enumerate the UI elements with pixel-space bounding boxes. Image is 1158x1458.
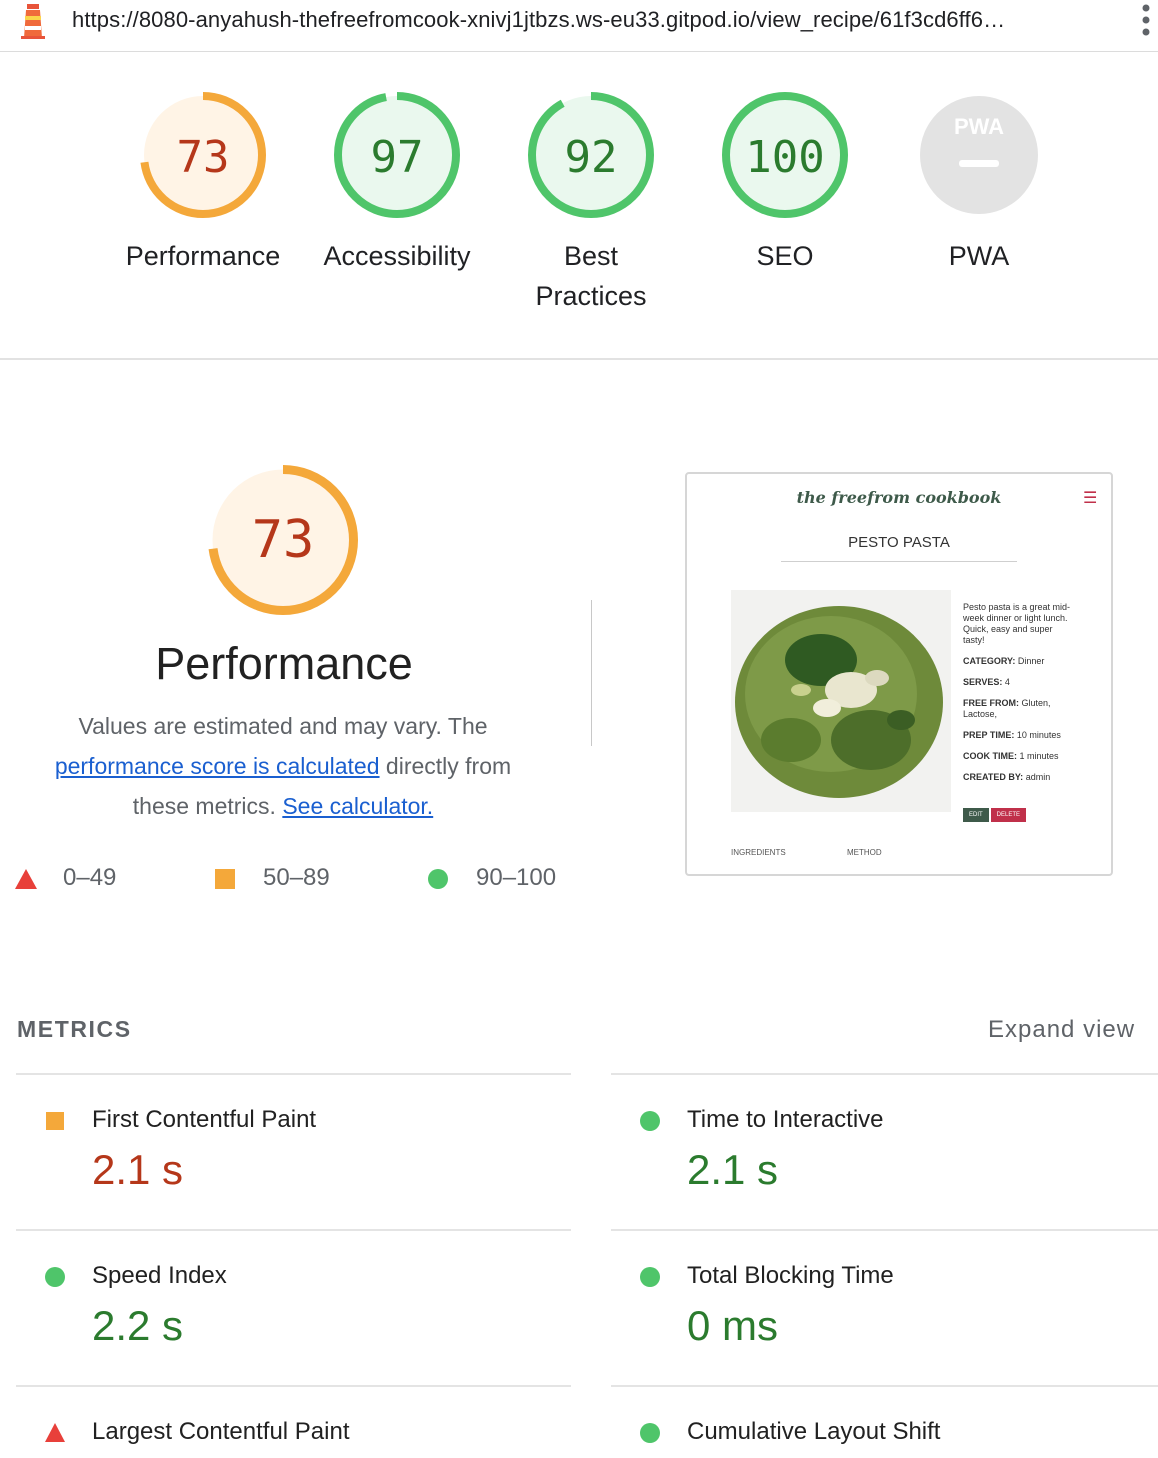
metric-first-contentful-paint: First Contentful Paint 2.1 s	[16, 1106, 536, 1206]
gauge-score: 97	[371, 132, 424, 183]
legend-pass: 90–100	[427, 864, 567, 894]
gauge-score: 73	[177, 132, 230, 183]
divider	[611, 1229, 1158, 1231]
serves-value: 4	[1004, 677, 1010, 687]
circle-icon	[640, 1267, 660, 1287]
metric-label: First Contentful Paint	[92, 1106, 317, 1133]
metric-label: Cumulative Layout Shift	[687, 1418, 941, 1445]
final-screenshot[interactable]: the freefrom cookbook ☰ PESTO PASTA Pest…	[685, 472, 1113, 876]
see-calculator-link[interactable]: See calculator.	[282, 793, 433, 819]
prep-label: PREP TIME:	[963, 730, 1015, 740]
metric-value: 2.2 s	[92, 1302, 184, 1349]
gauge-ring: 73	[140, 92, 266, 218]
performance-gauge: 73	[206, 463, 360, 622]
circle-icon	[640, 1423, 660, 1443]
delete-button: DELETE	[990, 808, 1027, 822]
gauge-score: 100	[745, 132, 824, 183]
category-gauges: 73 Performance 97 Accessibility 92 Best Prac…	[0, 52, 1158, 360]
metric-largest-contentful-paint: Largest Contentful Paint	[16, 1418, 536, 1458]
gauge-performance[interactable]: 73 Performance	[108, 90, 298, 276]
category-value: Dinner	[1017, 656, 1045, 666]
recipe-description: Pesto pasta is a great mid-week dinner o…	[963, 602, 1071, 645]
triangle-icon	[15, 869, 37, 889]
gauge-score: 92	[565, 132, 618, 183]
circle-icon	[640, 1111, 660, 1131]
metric-value: 0 ms	[687, 1302, 779, 1349]
circle-icon	[428, 869, 448, 889]
url-bar[interactable]: https://8080-anyahush-thefreefromcook-xn…	[72, 7, 1122, 33]
metric-cumulative-layout-shift: Cumulative Layout Shift	[611, 1418, 1131, 1458]
browser-bar: https://8080-anyahush-thefreefromcook-xn…	[0, 0, 1158, 52]
metric-total-blocking-time: Total Blocking Time 0 ms	[611, 1262, 1131, 1362]
vertical-divider	[591, 600, 592, 746]
square-icon	[215, 869, 235, 889]
legend-pass-range: 90–100	[476, 864, 557, 891]
legend-fail-range: 0–49	[63, 864, 117, 891]
performance-score: 73	[252, 510, 315, 570]
created-label: CREATED BY:	[963, 772, 1024, 782]
performance-description: Values are estimated and may vary. The p…	[30, 706, 536, 826]
cook-label: COOK TIME:	[963, 751, 1017, 761]
gauge-ring: 92	[528, 92, 654, 218]
gauge-label: PWA	[948, 241, 1010, 271]
metrics-heading: METRICS	[17, 1016, 132, 1042]
legend-average: 50–89	[214, 864, 354, 894]
legend-fail: 0–49	[14, 864, 134, 894]
recipe-buttons: EDIT DELETE	[963, 803, 1027, 822]
metric-label: Largest Contentful Paint	[92, 1418, 350, 1445]
performance-title: Performance	[155, 638, 413, 689]
triangle-icon	[45, 1423, 65, 1442]
category-label: CATEGORY:	[963, 656, 1016, 666]
recipe-title: PESTO PASTA	[781, 534, 1017, 562]
performance-gauge-ring: 73	[208, 465, 358, 615]
divider	[611, 1073, 1158, 1075]
gauge-label: Best Practices	[535, 241, 647, 311]
pwa-logo-text: PWA	[954, 114, 1004, 139]
metric-label: Time to Interactive	[687, 1106, 884, 1133]
freefrom-label: FREE FROM:	[963, 698, 1019, 708]
gauge-label: SEO	[756, 241, 814, 271]
gauge-accessibility[interactable]: 97 Accessibility	[302, 90, 492, 276]
metric-time-to-interactive: Time to Interactive 2.1 s	[611, 1106, 1131, 1206]
divider	[611, 1385, 1158, 1387]
ingredients-heading: INGREDIENTS	[731, 848, 786, 857]
lighthouse-icon	[21, 4, 45, 39]
circle-icon	[45, 1267, 65, 1287]
recipe-info: Pesto pasta is a great mid-week dinner o…	[963, 602, 1073, 793]
metric-speed-index: Speed Index 2.2 s	[16, 1262, 536, 1362]
pasta-photo	[731, 590, 951, 812]
gauge-label: Performance	[125, 241, 281, 271]
metric-value: 2.1 s	[92, 1146, 184, 1193]
score-calculated-link[interactable]: performance score is calculated	[55, 753, 380, 779]
method-heading: METHOD	[847, 848, 882, 857]
gauge-ring: 97	[334, 92, 460, 218]
serves-label: SERVES:	[963, 677, 1003, 687]
metric-value: 2.1 s	[687, 1146, 779, 1193]
divider	[16, 1073, 571, 1075]
divider	[16, 1229, 571, 1231]
square-icon	[46, 1112, 64, 1130]
site-logo: the freefrom cookbook	[796, 488, 1002, 507]
dash-icon	[959, 160, 999, 167]
gauge-ring: 100	[722, 92, 848, 218]
edit-button: EDIT	[963, 808, 989, 822]
created-value: admin	[1025, 772, 1051, 782]
gauge-label: Accessibility	[323, 241, 471, 271]
more-vert-icon[interactable]	[1138, 2, 1154, 38]
pwa-badge: PWA	[920, 96, 1038, 214]
desc-text-1: Values are estimated and may vary. The	[78, 713, 488, 739]
prep-value: 10 minutes	[1016, 730, 1061, 740]
gauge-best-practices[interactable]: 92 Best Practices	[496, 90, 686, 316]
cook-value: 1 minutes	[1019, 751, 1059, 761]
gauge-seo[interactable]: 100 SEO	[690, 90, 880, 276]
legend-average-range: 50–89	[263, 864, 330, 891]
hamburger-icon: ☰	[1083, 490, 1098, 507]
gauge-pwa[interactable]: PWA PWA	[884, 90, 1074, 276]
metric-label: Speed Index	[92, 1262, 227, 1289]
metric-label: Total Blocking Time	[687, 1262, 894, 1289]
divider	[16, 1385, 571, 1387]
expand-view-button[interactable]: Expand view	[988, 1016, 1135, 1044]
